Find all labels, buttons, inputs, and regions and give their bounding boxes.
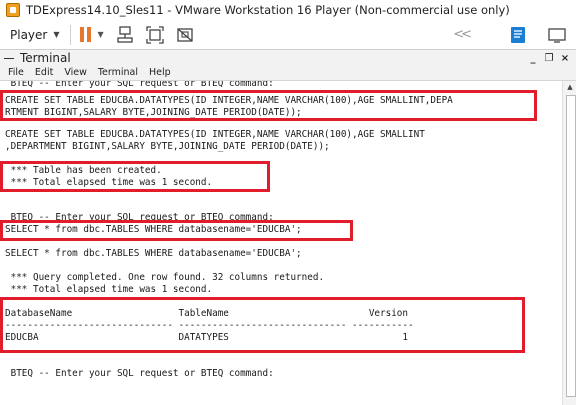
chevron-down-icon: ▼ [97,30,104,39]
window-controls: _ ❐ × [526,50,572,66]
window-menu-icon[interactable] [4,57,14,59]
highlight-result-table [0,297,525,353]
menu-edit[interactable]: Edit [35,67,53,78]
fullscreen-icon[interactable] [548,26,566,44]
terminal-titlebar: Terminal _ ❐ × [0,49,576,66]
toolbar-divider [69,24,71,45]
back-arrows-icon[interactable]: << [453,27,472,42]
scrollbar-thumb[interactable] [566,95,576,397]
notes-icon[interactable] [509,26,527,44]
minimize-button[interactable]: _ [526,52,540,65]
fit-guest-icon[interactable] [146,25,164,44]
player-menu-label: Player [10,27,48,42]
chevron-down-icon: ▼ [53,30,60,39]
terminal-scrollbar[interactable]: ▲ [562,81,576,405]
send-ctrl-alt-del-icon[interactable] [116,25,134,44]
terminal-title: Terminal [20,51,71,65]
vmware-toolbar: Player ▼ ▼ << [0,20,576,49]
menu-file[interactable]: File [8,67,24,78]
terminal-line: CREATE SET TABLE EDUCBA.DATATYPES(ID INT… [5,129,425,140]
highlight-select-command [0,220,353,241]
unity-icon[interactable] [176,26,194,44]
pause-button[interactable]: ▼ [79,27,104,42]
menu-help[interactable]: Help [149,67,171,78]
highlight-table-created [0,161,270,192]
maximize-button[interactable]: ❐ [542,52,556,65]
terminal-line: ,DEPARTMENT BIGINT,SALARY BYTE,JOINING_D… [5,141,330,152]
scroll-up-arrow-icon[interactable]: ▲ [563,81,576,93]
highlight-create-command [0,90,537,121]
window-title: TDExpress14.10_Sles11 - VMware Workstati… [26,3,510,17]
terminal-menubar: File Edit View Terminal Help [0,65,576,81]
terminal-line: *** Total elapsed time was 1 second. [5,284,213,295]
vmware-titlebar: TDExpress14.10_Sles11 - VMware Workstati… [0,0,576,20]
terminal-output[interactable]: BTEQ -- Enter your SQL request or BTEQ c… [0,81,562,405]
player-menu-button[interactable]: Player ▼ [10,28,60,42]
terminal-line: *** Query completed. One row found. 32 c… [5,272,325,283]
menu-terminal[interactable]: Terminal [98,67,138,78]
terminal-line: SELECT * from dbc.TABLES WHERE databasen… [5,248,302,259]
pause-icon [79,27,84,42]
terminal-line: BTEQ -- Enter your SQL request or BTEQ c… [5,81,274,89]
terminal-line: BTEQ -- Enter your SQL request or BTEQ c… [5,368,274,379]
close-button[interactable]: × [558,52,572,65]
menu-view[interactable]: View [64,67,87,78]
vmware-player-icon [6,3,20,17]
